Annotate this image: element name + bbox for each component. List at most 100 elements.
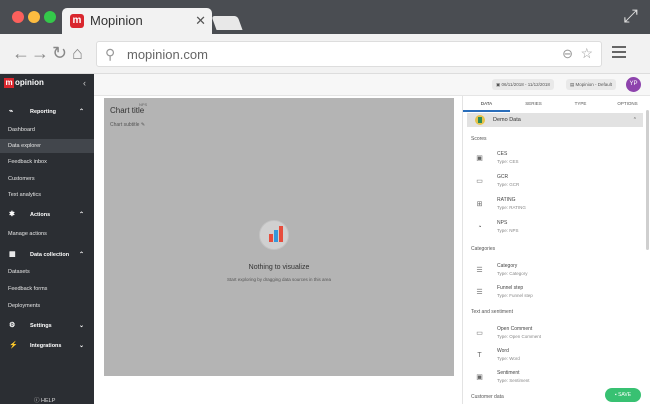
sidebar-section-settings[interactable]: ⚙ Settings ⌄ bbox=[0, 318, 94, 334]
drag-tooltip: NPS bbox=[139, 102, 148, 107]
gauge-icon: ▣ bbox=[476, 155, 483, 162]
sidebar-item-text-analytics[interactable]: Text analytics bbox=[0, 188, 94, 202]
new-tab-button[interactable] bbox=[211, 16, 243, 30]
panel-tabs: DATA SERIES TYPE OPTIONS bbox=[463, 96, 650, 112]
browser-toolbar: ← → ↻ ⌂ ⚲ mopinion.com ⊖ ☆ bbox=[0, 34, 650, 74]
browser-tab[interactable]: m Mopinion ✕ bbox=[62, 8, 212, 34]
browser-titlebar: m Mopinion ✕ ⤢ bbox=[0, 0, 650, 34]
help-link[interactable]: ⓘ HELP bbox=[34, 396, 55, 404]
data-source-sentiment[interactable]: ▣ Sentiment Type: Sentiment bbox=[475, 370, 635, 390]
list-icon: ☰ bbox=[476, 267, 483, 274]
chevron-up-icon: ⌃ bbox=[632, 117, 637, 123]
empty-state-title: Nothing to visualize bbox=[248, 264, 310, 271]
report-icon: ▤ bbox=[570, 82, 575, 87]
pencil-icon[interactable]: ✎ bbox=[141, 122, 145, 128]
report-selector[interactable]: ▤ Mopinion - Default bbox=[566, 79, 617, 90]
save-icon: ▪ bbox=[614, 392, 617, 398]
gcr-icon: ▭ bbox=[476, 178, 483, 185]
dataset-icon bbox=[475, 115, 485, 125]
avatar[interactable]: YP bbox=[626, 77, 641, 92]
sidebar-item-manage-actions[interactable]: Manage actions bbox=[0, 227, 94, 241]
sidebar-section-reporting[interactable]: ⌁ Reporting ⌃ bbox=[0, 104, 94, 120]
group-label-categories: Categories bbox=[471, 246, 496, 252]
mopinion-favicon: m bbox=[70, 14, 84, 28]
gear-icon: ✱ bbox=[9, 211, 15, 218]
sidebar-item-customers[interactable]: Customers bbox=[0, 172, 94, 186]
tab-data[interactable]: DATA bbox=[463, 96, 510, 112]
empty-state-subtitle: Start exploring by dragging data sources… bbox=[226, 277, 332, 282]
address-bar[interactable]: ⚲ mopinion.com ⊖ ☆ bbox=[96, 41, 602, 67]
data-panel: DATA SERIES TYPE OPTIONS Demo Data ⌃ Sco… bbox=[462, 96, 650, 404]
grid-icon: ▦ bbox=[9, 251, 16, 258]
back-icon[interactable]: ← bbox=[12, 43, 30, 64]
chart-subtitle[interactable]: Chart subtitle ✎ bbox=[110, 122, 145, 128]
chevron-up-icon: ⌃ bbox=[78, 212, 84, 218]
sentiment-icon: ▣ bbox=[476, 374, 483, 381]
panel-scrollbar[interactable] bbox=[646, 110, 649, 250]
close-window-button[interactable] bbox=[12, 11, 24, 23]
data-source-gcr[interactable]: ▭ GCR Type: GCR bbox=[475, 174, 635, 194]
sidebar-section-integrations[interactable]: ⚡ Integrations ⌄ bbox=[0, 338, 94, 354]
tab-options[interactable]: OPTIONS bbox=[604, 96, 650, 112]
chart-line-icon: ⌁ bbox=[9, 108, 14, 115]
date-range-picker[interactable]: ▣ 06/11/2018 - 11/12/2018 bbox=[492, 79, 554, 90]
maximize-window-button[interactable] bbox=[44, 11, 56, 23]
group-label-text-sentiment: Text and sentiment bbox=[471, 309, 513, 315]
funnel-icon: ☰ bbox=[476, 289, 483, 296]
chevron-up-icon: ⌃ bbox=[78, 252, 84, 258]
mopinion-logo[interactable]: m opinion bbox=[4, 78, 44, 88]
tab-title: Mopinion bbox=[90, 13, 143, 28]
integrations-icon: ⚡ bbox=[9, 342, 18, 349]
sidebar-item-dashboard[interactable]: Dashboard bbox=[0, 123, 94, 137]
mopinion-app: m opinion ‹ ⌁ Reporting ⌃ Dashboard Data … bbox=[0, 74, 650, 404]
data-source-category[interactable]: ☰ Category Type: Category bbox=[475, 263, 635, 283]
rating-icon: ⊞ bbox=[476, 201, 483, 208]
sidebar-item-data-explorer[interactable]: Data explorer bbox=[0, 139, 94, 153]
chevron-up-icon: ⌃ bbox=[78, 109, 84, 115]
empty-chart-icon bbox=[259, 220, 289, 250]
reload-icon[interactable]: ↻ bbox=[52, 43, 67, 64]
bookmark-star-icon[interactable]: ☆ bbox=[580, 45, 593, 62]
nps-icon: ◔ bbox=[477, 224, 482, 231]
group-label-scores: Scores bbox=[471, 136, 487, 142]
chevron-down-icon: ⌄ bbox=[78, 343, 84, 349]
home-icon[interactable]: ⌂ bbox=[72, 43, 83, 64]
group-label-customer-data: Customer data bbox=[471, 394, 504, 400]
data-source-open-comment[interactable]: ▭ Open Comment Type: Open Comment bbox=[475, 326, 635, 346]
data-source-funnel-step[interactable]: ☰ Funnel step Type: Funnel step bbox=[475, 285, 635, 305]
sidebar: m opinion ‹ ⌁ Reporting ⌃ Dashboard Data … bbox=[0, 74, 94, 404]
sidebar-section-data-collection[interactable]: ▦ Data collection ⌃ bbox=[0, 247, 94, 263]
sidebar-item-feedback-inbox[interactable]: Feedback inbox bbox=[0, 155, 94, 169]
sidebar-item-datasets[interactable]: Datasets bbox=[0, 265, 94, 279]
search-icon: ⚲ bbox=[105, 46, 116, 62]
collapse-sidebar-icon[interactable]: ‹ bbox=[83, 78, 86, 88]
save-button[interactable]: ▪ SAVE bbox=[605, 388, 641, 402]
help-icon: ⓘ bbox=[34, 398, 40, 404]
app-header: ▣ 06/11/2018 - 11/12/2018 ▤ Mopinion - D… bbox=[94, 74, 650, 96]
forward-icon[interactable]: → bbox=[31, 43, 49, 64]
calendar-icon: ▣ bbox=[496, 82, 501, 87]
minimize-window-button[interactable] bbox=[28, 11, 40, 23]
data-source-nps[interactable]: ◔ NPS Type: NPS bbox=[475, 220, 635, 240]
tab-close-icon[interactable]: ✕ bbox=[195, 13, 206, 29]
settings-gear-icon: ⚙ bbox=[9, 322, 16, 329]
chevron-down-icon: ⌄ bbox=[78, 323, 84, 329]
chart-title[interactable]: Chart title bbox=[110, 106, 144, 115]
data-source-rating[interactable]: ⊞ RATING Type: RATING bbox=[475, 197, 635, 217]
sidebar-item-deployments[interactable]: Deployments bbox=[0, 299, 94, 313]
browser-window: m Mopinion ✕ ⤢ ← → ↻ ⌂ ⚲ mopinion.com ⊖ … bbox=[0, 0, 650, 404]
word-icon: T bbox=[477, 352, 482, 359]
tab-type[interactable]: TYPE bbox=[557, 96, 604, 112]
sidebar-item-feedback-forms[interactable]: Feedback forms bbox=[0, 282, 94, 296]
tab-series[interactable]: SERIES bbox=[510, 96, 557, 112]
fullscreen-icon[interactable]: ⤢ bbox=[624, 6, 638, 27]
data-source-ces[interactable]: ▣ CES Type: CES bbox=[475, 151, 635, 171]
data-source-word[interactable]: T Word Type: Word bbox=[475, 348, 635, 368]
chart-canvas-dropzone[interactable]: Chart title NPS Chart subtitle ✎ Nothing… bbox=[104, 98, 454, 376]
dataset-selector[interactable]: Demo Data ⌃ bbox=[467, 113, 643, 127]
comment-icon: ▭ bbox=[476, 330, 483, 337]
browser-menu-icon[interactable] bbox=[612, 46, 626, 58]
zoom-icon[interactable]: ⊖ bbox=[562, 46, 573, 62]
sidebar-section-actions[interactable]: ✱ Actions ⌃ bbox=[0, 207, 94, 223]
url-text: mopinion.com bbox=[127, 47, 208, 62]
